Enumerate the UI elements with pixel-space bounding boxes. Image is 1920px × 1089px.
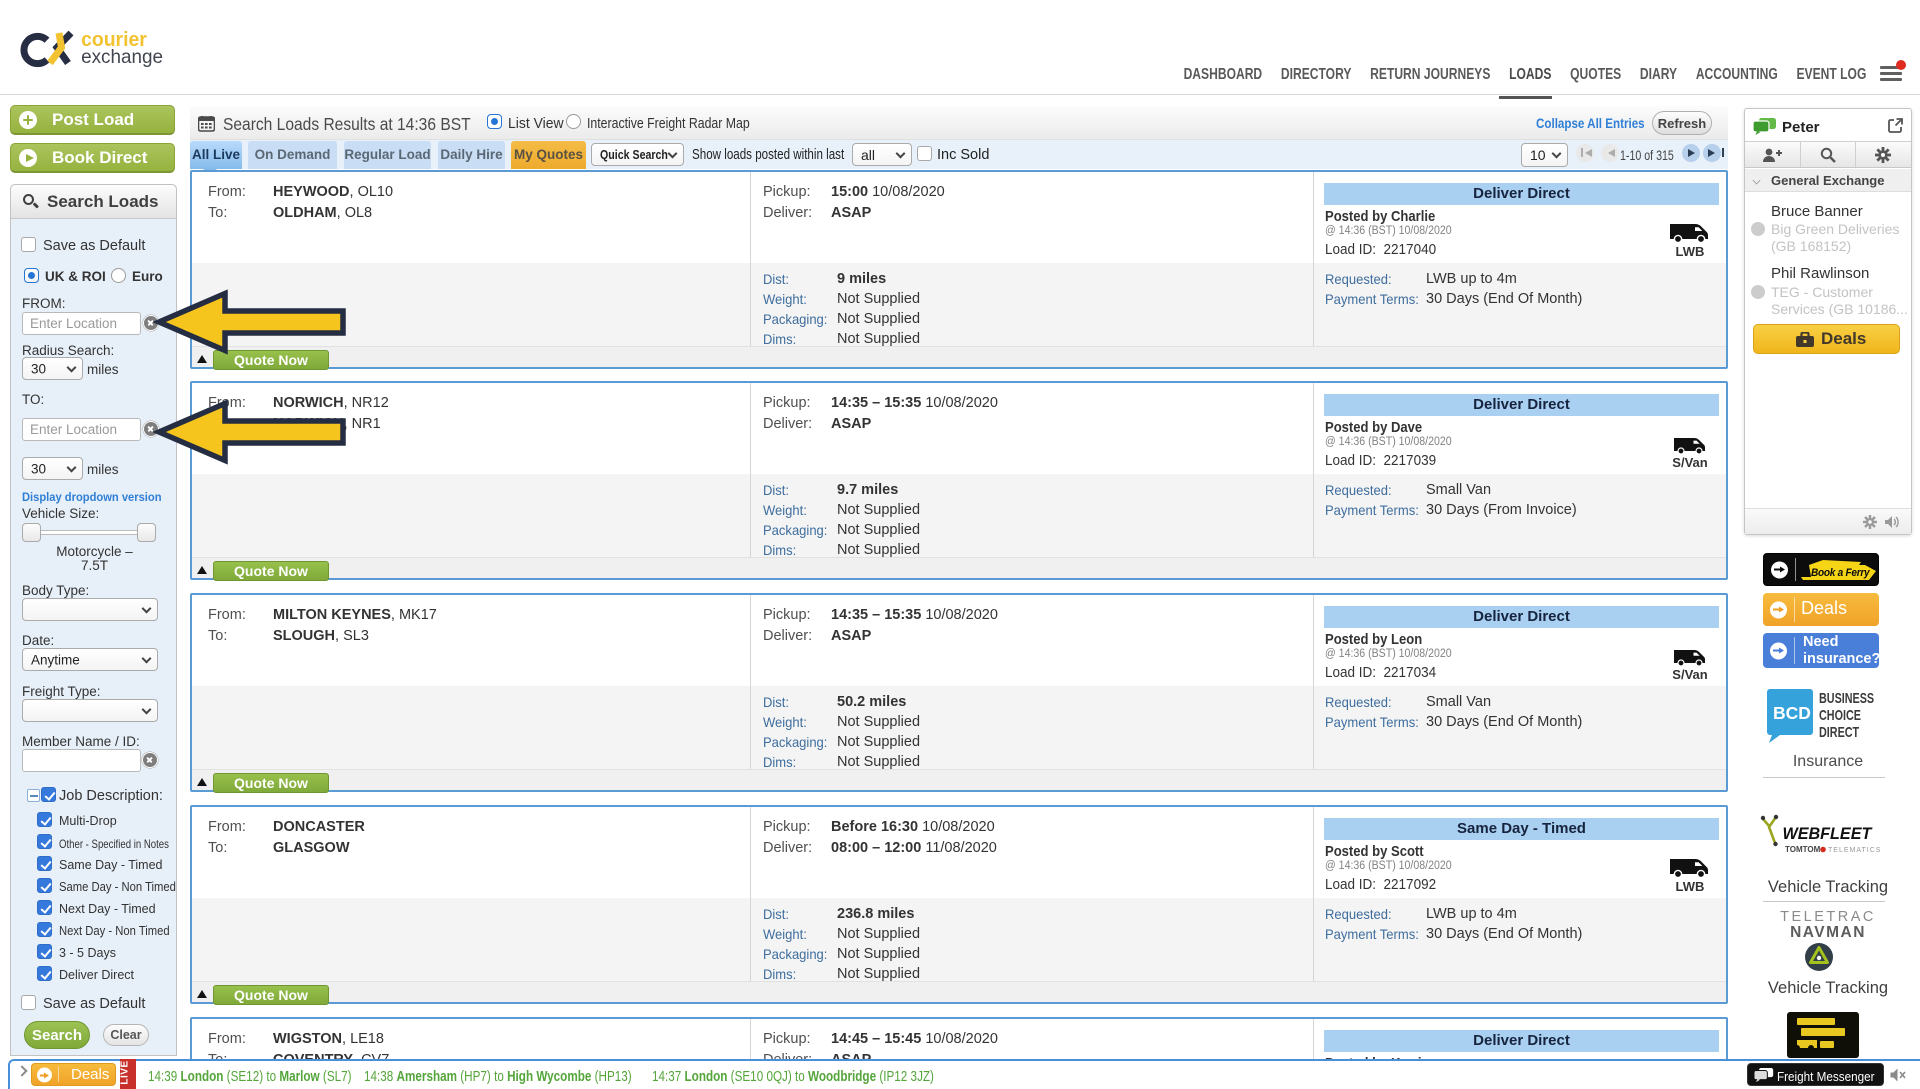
- svg-text:TOMTOM: TOMTOM: [1785, 845, 1821, 854]
- svg-text:CHOICE: CHOICE: [1819, 706, 1861, 723]
- svg-text:Book a Ferry: Book a Ferry: [1811, 567, 1871, 579]
- svg-text:DIRECT: DIRECT: [1819, 723, 1859, 740]
- svg-text:BCD: BCD: [1773, 703, 1811, 723]
- svg-text:BUSINESS: BUSINESS: [1819, 689, 1874, 706]
- svg-text:WEBFLEET: WEBFLEET: [1782, 825, 1873, 843]
- svg-text:exchange: exchange: [81, 47, 163, 68]
- svg-text:TELEMATICS: TELEMATICS: [1828, 847, 1881, 854]
